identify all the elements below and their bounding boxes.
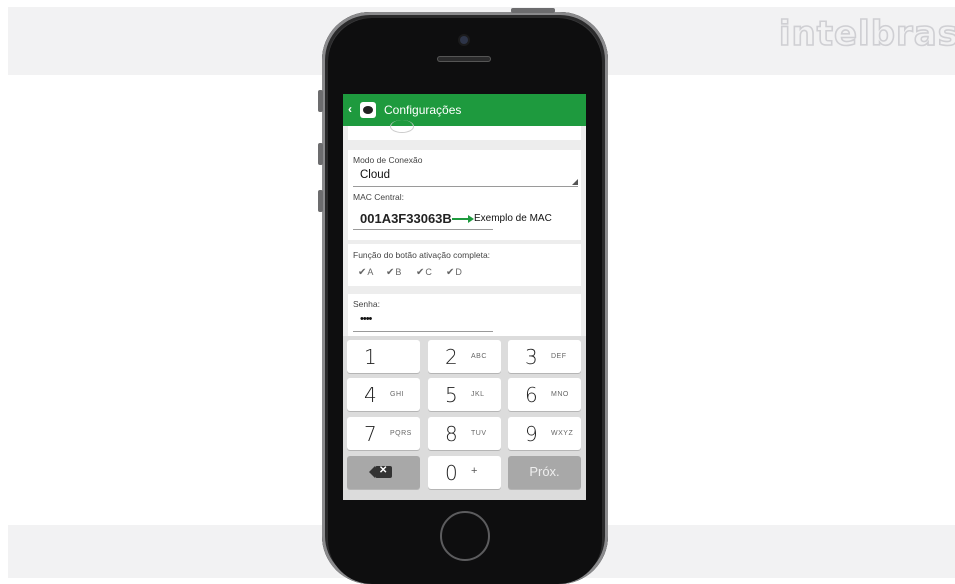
front-camera [460, 36, 468, 44]
app-logo-icon [360, 102, 376, 118]
connection-mode-underline [353, 186, 578, 187]
key-3[interactable]: 3 DEF [508, 340, 581, 373]
check-icon: ✔ [446, 267, 455, 278]
checkbox-c[interactable]: ✔C [416, 267, 432, 278]
key-1[interactable]: 1 [347, 340, 420, 373]
checkbox-a[interactable]: ✔A [358, 267, 373, 278]
numeric-keypad: 1 2 ABC 3 DEF 4 GHI 5 JKL 6 MNO 7 PQRS 8 TUV 9W… [343, 336, 586, 500]
password-input[interactable]: •••• [360, 313, 372, 325]
earpiece-speaker [437, 56, 491, 62]
backspace-key[interactable]: ✕ [347, 456, 420, 489]
key-7[interactable]: 7 PQRS [347, 417, 420, 450]
home-button[interactable] [440, 511, 490, 561]
mac-underline [353, 229, 493, 230]
power-button [511, 8, 555, 13]
key-9[interactable]: 9 WXYZ [508, 417, 581, 450]
check-icon: ✔ [386, 267, 395, 278]
connection-mode-label: Modo de Conexão [353, 155, 423, 165]
check-icon: ✔ [416, 267, 425, 278]
mac-example-note: Exemplo de MAC [474, 213, 552, 224]
connection-mode-select[interactable]: Cloud [360, 169, 390, 181]
app-bar: ‹ Configurações [343, 94, 586, 126]
page-title: Configurações [384, 103, 462, 117]
check-icon: ✔ [358, 267, 367, 278]
arrow-right-icon [452, 215, 474, 223]
backspace-icon: ✕ [369, 465, 392, 478]
mac-input[interactable]: 001A3F33063B [360, 211, 452, 226]
button-function-card: Função do botão ativação completa: ✔A ✔B… [348, 244, 581, 286]
password-label: Senha: [353, 299, 380, 309]
key-8[interactable]: 8 TUV [428, 417, 501, 450]
password-underline [353, 331, 493, 332]
phone-screen: ‹ Configurações Modo de Conexão Cloud MA… [343, 94, 586, 500]
volume-down-button [318, 190, 323, 212]
mac-label: MAC Central: [353, 192, 405, 202]
connection-card: Modo de Conexão Cloud MAC Central: 001A3… [348, 150, 581, 240]
checkbox-b[interactable]: ✔B [386, 267, 401, 278]
button-function-label: Função do botão ativação completa: [353, 250, 491, 260]
chevron-left-icon[interactable]: ‹ [348, 102, 352, 116]
key-6[interactable]: 6 MNO [508, 378, 581, 411]
previous-section-card [348, 120, 581, 140]
password-card: Senha: •••• [348, 294, 581, 336]
key-5[interactable]: 5 JKL [428, 378, 501, 411]
checkbox-d[interactable]: ✔D [446, 267, 462, 278]
key-0[interactable]: 0 + [428, 456, 501, 489]
next-key[interactable]: Próx. [508, 456, 581, 489]
key-2[interactable]: 2 ABC [428, 340, 501, 373]
key-4[interactable]: 4 GHI [347, 378, 420, 411]
volume-up-button [318, 143, 323, 165]
mute-switch [318, 90, 323, 112]
brand-logo: intelbras [778, 13, 955, 55]
dropdown-triangle-icon [572, 179, 578, 185]
